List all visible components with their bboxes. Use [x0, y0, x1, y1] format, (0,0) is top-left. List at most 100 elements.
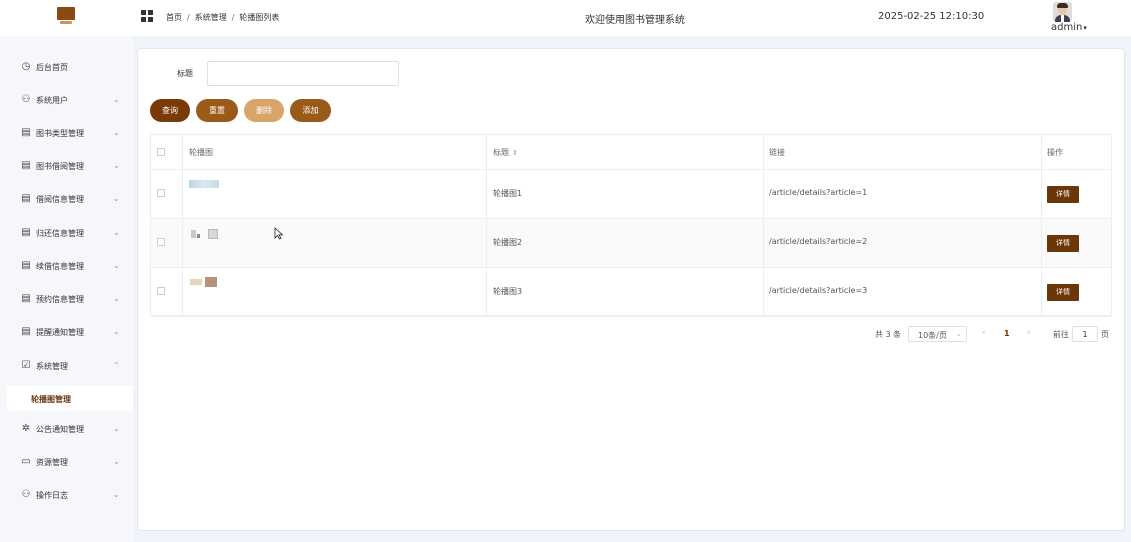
chevron-down-icon: ⌄ [113, 194, 120, 203]
title-search-input[interactable] [207, 61, 399, 86]
sidebar-item-label: 系统用户 [36, 96, 68, 105]
column-divider [486, 135, 487, 315]
chevron-down-icon: ⌄ [113, 490, 120, 499]
page-size-select[interactable]: 10条/页 ⌄ [908, 326, 967, 342]
sidebar-item-reminders[interactable]: ▤ 提醒通知管理 ⌄ [0, 323, 133, 343]
sort-icon[interactable]: ⇕ [512, 149, 518, 157]
row-link: /article/details?article=1 [769, 188, 868, 197]
sidebar-item-label: 系统管理 [36, 362, 68, 371]
sidebar-item-label: 图书借阅管理 [36, 162, 84, 171]
header-action: 操作 [1047, 148, 1063, 157]
datetime-display: 2025-02-25 12:10:30 [878, 11, 985, 22]
sidebar-item-label: 公告通知管理 [36, 425, 84, 434]
sidebar-item-label: 后台首页 [36, 63, 68, 72]
chevron-down-icon: ▾ [1083, 24, 1087, 32]
list-icon: ▤ [21, 326, 31, 337]
page-number-current[interactable]: 1 [1004, 329, 1010, 338]
goto-page-input[interactable] [1072, 326, 1098, 342]
chevron-down-icon: ⌄ [113, 95, 120, 104]
sidebar-item-label: 资源管理 [36, 458, 68, 467]
sidebar-item-announcements[interactable]: ✲ 公告通知管理 ⌄ [0, 420, 133, 440]
user-icon: ⚇ [21, 94, 31, 105]
page-size-value: 10条/页 [918, 331, 947, 340]
page-suffix-label: 页 [1101, 330, 1109, 339]
sidebar-item-label: 图书类型管理 [36, 129, 84, 138]
detail-button[interactable]: 详情 [1047, 235, 1079, 252]
list-icon: ▤ [21, 293, 31, 304]
row-link: /article/details?article=2 [769, 237, 868, 246]
delete-button[interactable]: 删除 [244, 99, 284, 122]
chevron-down-icon: ⌄ [113, 294, 120, 303]
chevron-down-icon: ⌄ [113, 424, 120, 433]
sidebar-item-system-management[interactable]: ☑ 系统管理 ⌃ [0, 357, 133, 377]
column-divider [763, 135, 764, 315]
list-icon: ▤ [21, 160, 31, 171]
carousel-thumbnail[interactable] [189, 180, 219, 188]
pagination-total: 共 3 条 [875, 330, 902, 339]
header-title-label: 标题 [493, 148, 509, 157]
reset-button[interactable]: 重置 [196, 99, 238, 122]
column-divider [182, 135, 183, 315]
carousel-thumbnail[interactable] [189, 276, 219, 288]
sidebar-item-return-info[interactable]: ▤ 归还信息管理 ⌄ [0, 224, 133, 244]
sidebar-item-label: 归还信息管理 [36, 229, 84, 238]
detail-button[interactable]: 详情 [1047, 186, 1079, 203]
table-row: 轮播图1 /article/details?article=1 详情 [151, 170, 1111, 219]
chevron-down-icon: ⌄ [113, 161, 120, 170]
sidebar-item-resources[interactable]: ▭ 资源管理 ⌄ [0, 453, 133, 473]
username-label: admin [1051, 22, 1083, 33]
sidebar-subitem-label: 轮播图管理 [31, 395, 71, 404]
header-link: 链接 [769, 148, 785, 157]
carousel-table: 轮播图 标题 ⇕ 链接 操作 轮播图1 /article/details?arti… [150, 134, 1112, 317]
add-button[interactable]: 添加 [290, 99, 331, 122]
sidebar-item-label: 提醒通知管理 [36, 328, 84, 337]
avatar[interactable] [1053, 2, 1072, 22]
row-checkbox[interactable] [157, 287, 165, 295]
prev-page-icon[interactable]: ‹ [982, 328, 986, 338]
monitor-icon: ▭ [21, 456, 31, 467]
sidebar-item-label: 借阅信息管理 [36, 195, 84, 204]
sidebar-item-borrow-info[interactable]: ▤ 借阅信息管理 ⌄ [0, 190, 133, 210]
query-button[interactable]: 查询 [150, 99, 190, 122]
sidebar-item-label: 预约信息管理 [36, 295, 84, 304]
loading-icon: ✲ [21, 423, 31, 434]
chevron-down-icon: ⌄ [113, 327, 120, 336]
goto-label: 前往 [1053, 330, 1069, 339]
row-title: 轮播图1 [493, 189, 523, 198]
sidebar-item-renew-info[interactable]: ▤ 续借信息管理 ⌄ [0, 257, 133, 277]
chevron-down-icon: ⌄ [113, 457, 120, 466]
header-title[interactable]: 标题 ⇕ [493, 147, 518, 158]
row-checkbox[interactable] [157, 238, 165, 246]
table-row: 轮播图2 /article/details?article=2 详情 [151, 219, 1111, 268]
chevron-down-icon: ⌄ [113, 228, 120, 237]
chevron-down-icon: ⌄ [956, 330, 962, 338]
row-checkbox[interactable] [157, 189, 165, 197]
select-all-checkbox[interactable] [157, 148, 165, 156]
sidebar-item-reservation-info[interactable]: ▤ 预约信息管理 ⌄ [0, 290, 133, 310]
list-icon: ▤ [21, 227, 31, 238]
user-icon: ⚇ [21, 489, 31, 500]
row-link: /article/details?article=3 [769, 286, 868, 295]
clock-icon: ◷ [21, 61, 31, 72]
sidebar-item-label: 续借信息管理 [36, 262, 84, 271]
sidebar-subitem-carousel[interactable]: 轮播图管理 [7, 386, 133, 411]
sidebar-item-system-users[interactable]: ⚇ 系统用户 ⌄ [0, 91, 133, 111]
chevron-up-icon: ⌃ [113, 361, 120, 370]
next-page-icon[interactable]: › [1027, 328, 1031, 338]
top-header: 首页 / 系统管理 / 轮播图列表 欢迎使用图书管理系统 2025-02-25 12:1… [0, 0, 1131, 36]
detail-button[interactable]: 详情 [1047, 284, 1079, 301]
sidebar-item-operation-log[interactable]: ⚇ 操作日志 ⌄ [0, 486, 133, 506]
sidebar-item-book-borrowing[interactable]: ▤ 图书借阅管理 ⌄ [0, 157, 133, 177]
row-title: 轮播图2 [493, 238, 523, 247]
chevron-down-icon: ⌄ [113, 128, 120, 137]
row-title: 轮播图3 [493, 287, 523, 296]
list-icon: ▤ [21, 193, 31, 204]
user-dropdown[interactable]: admin▾ [1051, 22, 1087, 33]
sidebar-item-dashboard[interactable]: ◷ 后台首页 [0, 58, 133, 78]
mouse-cursor-icon [274, 227, 284, 240]
carousel-thumbnail[interactable] [189, 228, 219, 239]
sidebar-item-book-types[interactable]: ▤ 图书类型管理 ⌄ [0, 124, 133, 144]
table-header: 轮播图 标题 ⇕ 链接 操作 [151, 135, 1111, 170]
title-search-label: 标题 [177, 69, 193, 78]
chevron-down-icon: ⌄ [113, 261, 120, 270]
